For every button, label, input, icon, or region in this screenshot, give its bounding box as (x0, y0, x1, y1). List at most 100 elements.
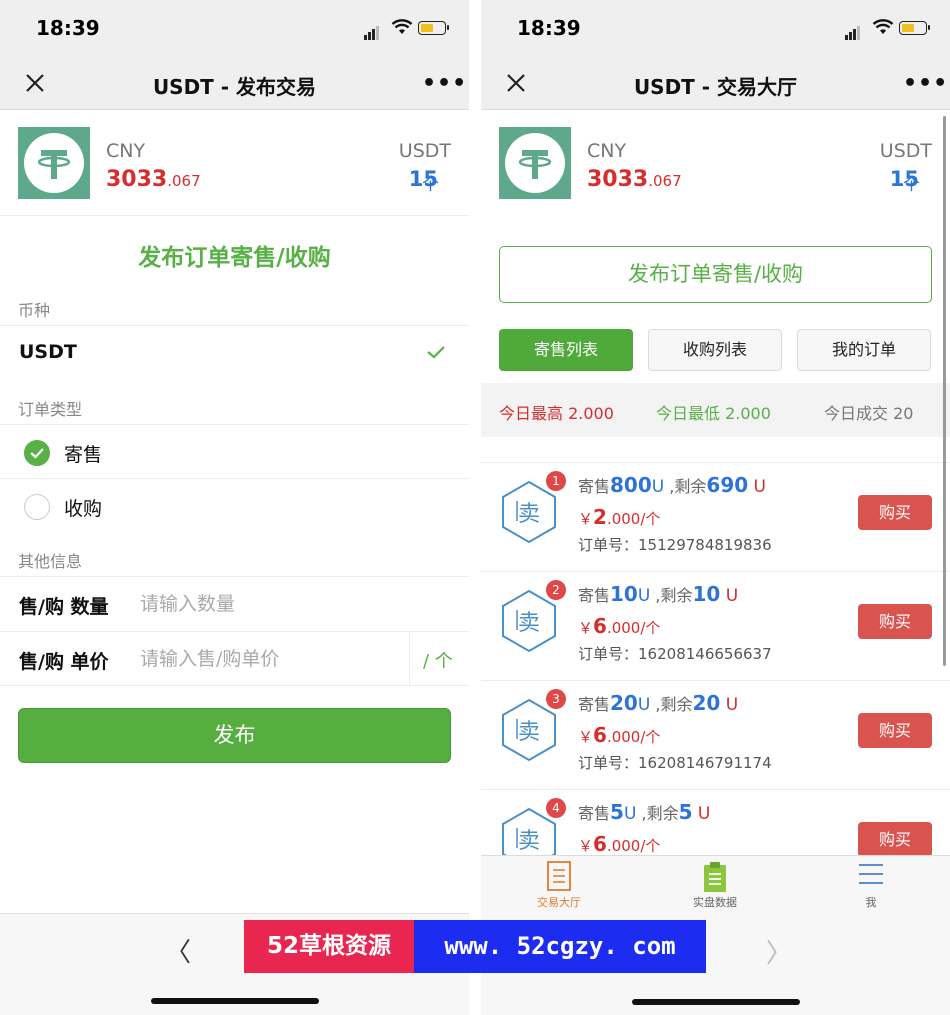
quantity-input[interactable] (140, 587, 390, 621)
cny-dec: .067 (167, 172, 201, 190)
list-item: 卖 4 寄售5U ,剩余5 U ￥6.000/个 购买 (481, 790, 950, 855)
publish-button[interactable]: 发布 (18, 708, 451, 763)
forward-arrow-icon[interactable]: 〉 (766, 933, 792, 970)
signal-icon (364, 21, 380, 40)
tab-live-data[interactable]: 实盘数据 (665, 860, 765, 910)
watermark-left: 52草根资源 (244, 920, 414, 973)
clipboard-icon (704, 862, 726, 892)
coin-header: CNY 3033.067 USDT 15 个 (481, 110, 950, 216)
back-arrow-icon[interactable]: 〈 (165, 932, 191, 969)
currency-row[interactable]: USDT (0, 325, 469, 379)
tab-trade-hall-label: 交易大厅 (537, 896, 581, 909)
tab-live-data-label: 实盘数据 (693, 896, 737, 909)
usdt-label: USDT (398, 140, 451, 162)
radio-checked-icon[interactable] (24, 440, 50, 466)
battery-icon (899, 21, 930, 35)
nav-bar: USDT - 发布交易 ••• (0, 58, 469, 110)
svg-text:卖: 卖 (518, 829, 540, 854)
option-sell-label: 寄售 (64, 444, 103, 466)
price-label: 售/购 单价 (19, 651, 109, 673)
rank-badge: 4 (546, 798, 566, 818)
rank-badge: 2 (546, 580, 566, 600)
item-price-line: ￥6.000/个 (578, 723, 661, 747)
cny-dec: .067 (648, 172, 682, 190)
radio-unchecked-icon[interactable] (24, 494, 50, 520)
quantity-row: 售/购 数量 (0, 576, 469, 630)
scrollbar[interactable] (943, 116, 946, 666)
tab-me-label: 我 (865, 896, 877, 909)
document-icon (547, 861, 571, 891)
cny-label: CNY (587, 140, 627, 162)
item-quantity-line: 寄售5U ,剩余5 U (578, 800, 711, 824)
option-sell-row[interactable]: 寄售 (0, 424, 469, 478)
option-buy-row[interactable]: 收购 (0, 478, 469, 532)
home-indicator (151, 998, 319, 1004)
cny-label: CNY (106, 140, 146, 162)
home-indicator (632, 999, 800, 1005)
item-quantity-line: 寄售10U ,剩余10 U (578, 582, 739, 606)
section-other-label: 其他信息 (18, 552, 83, 571)
stat-low: 今日最低 2.000 (656, 404, 771, 423)
price-row: 售/购 单价 / 个 (0, 631, 469, 686)
trade-hall-screen: 18:39 USDT - 交易大厅 ••• CNY 3033.067 USDT … (481, 0, 950, 1015)
buy-button[interactable]: 购买 (858, 713, 932, 748)
cny-value: 3033.067 (587, 167, 682, 192)
quantity-label: 售/购 数量 (19, 596, 109, 618)
status-bar: 18:39 (0, 0, 469, 58)
tether-logo-icon (18, 127, 90, 199)
section-currency-label: 币种 (18, 301, 51, 320)
price-unit: / 个 (423, 651, 453, 672)
item-order-number: 订单号：16208146791174 (578, 754, 772, 772)
option-buy-label: 收购 (64, 498, 103, 520)
signal-icon (845, 21, 861, 40)
cny-value: 3033.067 (106, 167, 201, 192)
wifi-icon (872, 19, 894, 34)
item-order-number: 订单号：16208146656637 (578, 645, 772, 663)
page-title: USDT - 发布交易 (152, 75, 317, 99)
svg-text:卖: 卖 (518, 720, 540, 745)
section-order-type-label: 订单类型 (18, 400, 83, 419)
cny-int: 3033 (587, 167, 649, 192)
tab-sell-list[interactable]: 寄售列表 (499, 329, 633, 371)
nav-bar: USDT - 交易大厅 ••• (481, 58, 950, 110)
buy-button[interactable]: 购买 (858, 495, 932, 530)
item-order-number: 订单号：15129784819836 (578, 536, 772, 554)
order-list: 卖 1 寄售800U ,剩余690 U ￥2.000/个 订单号：1512978… (481, 462, 950, 855)
item-price-line: ￥2.000/个 (578, 505, 661, 529)
page-title: USDT - 交易大厅 (633, 75, 798, 99)
tab-me[interactable]: 我 (821, 860, 921, 910)
usdt-unit: 个 (422, 175, 439, 195)
wifi-icon (391, 19, 413, 34)
divider (409, 632, 410, 686)
coin-header: CNY 3033.067 USDT 15 个 (0, 110, 469, 216)
stat-high: 今日最高 2.000 (499, 404, 614, 423)
form-title: 发布订单寄售/收购 (138, 245, 331, 271)
cny-int: 3033 (106, 167, 168, 192)
item-quantity-line: 寄售800U ,剩余690 U (578, 473, 767, 497)
publish-order-button[interactable]: 发布订单寄售/收购 (499, 246, 932, 303)
buy-button[interactable]: 购买 (858, 604, 932, 639)
tab-buy-list[interactable]: 收购列表 (648, 329, 782, 371)
bottom-tab-bar: 交易大厅 实盘数据 我 (481, 855, 950, 915)
status-time: 18:39 (517, 16, 581, 40)
more-icon[interactable]: ••• (903, 71, 947, 97)
stats-bar: 今日最高 2.000 今日最低 2.000 今日成交 20 (481, 383, 950, 437)
item-quantity-line: 寄售20U ,剩余20 U (578, 691, 739, 715)
tab-my-orders[interactable]: 我的订单 (797, 329, 931, 371)
status-bar: 18:39 (481, 0, 950, 58)
tether-logo-icon (499, 127, 571, 199)
menu-icon (859, 864, 883, 884)
svg-text:卖: 卖 (518, 611, 540, 636)
publish-trade-screen: 18:39 USDT - 发布交易 ••• CNY 3033.067 USDT … (0, 0, 469, 1015)
rank-badge: 3 (546, 689, 566, 709)
stat-deals: 今日成交 20 (824, 404, 914, 423)
tab-trade-hall[interactable]: 交易大厅 (509, 860, 609, 910)
more-icon[interactable]: ••• (422, 71, 466, 97)
price-input[interactable] (140, 642, 390, 676)
rank-badge: 1 (546, 471, 566, 491)
list-item: 卖 2 寄售10U ,剩余10 U ￥6.000/个 订单号：162081466… (481, 572, 950, 681)
list-item: 卖 3 寄售20U ,剩余20 U ￥6.000/个 订单号：162081467… (481, 681, 950, 790)
list-item: 卖 1 寄售800U ,剩余690 U ￥2.000/个 订单号：1512978… (481, 463, 950, 572)
svg-text:卖: 卖 (518, 502, 540, 527)
buy-button[interactable]: 购买 (858, 822, 932, 855)
